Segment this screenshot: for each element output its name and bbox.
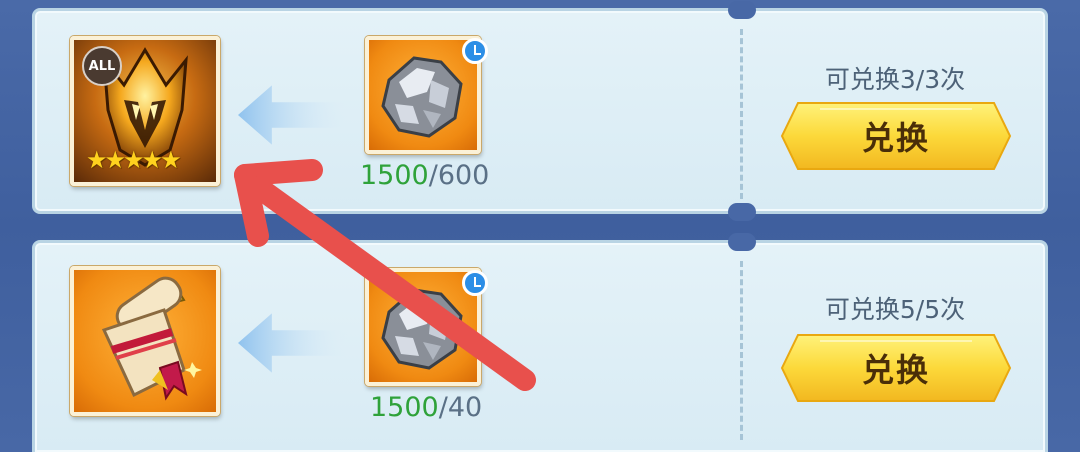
card-notch: [728, 233, 756, 251]
card-notch: [728, 1, 756, 19]
exchange-button-label: 兑换: [861, 119, 930, 157]
remaining-exchanges: 可兑换3/3次: [824, 65, 966, 94]
silver-ore-icon: [381, 56, 463, 138]
exchange-button-label: 兑换: [861, 351, 930, 389]
all-badge: ALL: [82, 46, 122, 86]
dashed-divider: [740, 261, 743, 440]
remaining-exchanges: 可兑换5/5次: [824, 295, 966, 324]
cost-need: 600: [437, 160, 490, 191]
cost-separator: /: [438, 392, 448, 423]
exchange-arrow-icon: [238, 85, 348, 145]
reward-item-scroll[interactable]: [70, 266, 220, 416]
scroll-icon: [101, 276, 202, 401]
cost-amount: 1500/600: [360, 160, 489, 191]
cost-have: 1500: [370, 392, 439, 423]
timed-item-clock-icon: [462, 270, 488, 296]
reward-item-helmet[interactable]: ALL ★★★★★: [70, 36, 220, 186]
exchange-button[interactable]: 兑换: [780, 101, 1012, 171]
dashed-divider: [740, 29, 743, 199]
badge-label: ALL: [88, 58, 116, 74]
exchange-arrow-icon: [238, 313, 348, 373]
cost-separator: /: [428, 160, 438, 191]
cost-amount: 1500/40: [370, 392, 482, 423]
cost-need: 40: [447, 392, 483, 423]
exchange-button[interactable]: 兑换: [780, 333, 1012, 403]
card-notch: [728, 203, 756, 221]
timed-item-clock-icon: [462, 38, 488, 64]
cost-have: 1500: [360, 160, 429, 191]
star-rating: ★★★★★: [86, 146, 182, 174]
silver-ore-icon: [381, 288, 463, 370]
